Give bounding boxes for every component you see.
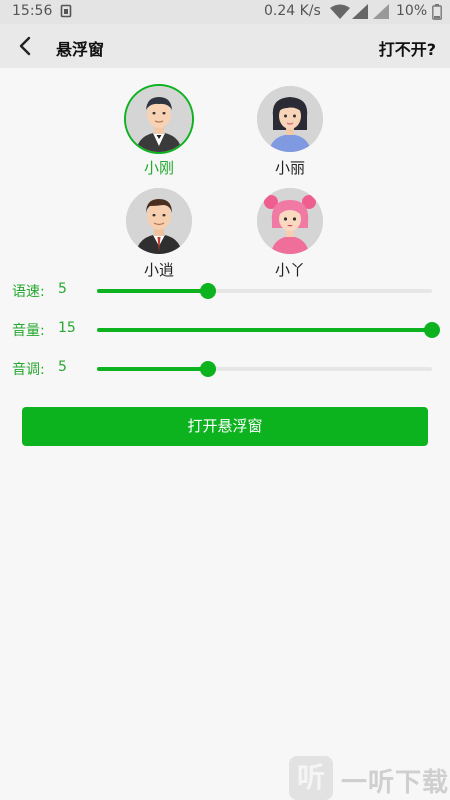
pitch-value: 5 [58,359,67,375]
avatar-xiaoya [257,188,323,254]
voice-name: 小丽 [274,159,305,177]
watermark-logo: 听 [289,756,333,800]
voice-name: 小逍 [143,261,174,279]
speech-rate-slider[interactable] [97,283,432,299]
voice-option-xiaoxiao[interactable]: 小逍 [114,188,204,280]
battery-level: 10% [396,3,428,19]
network-speed: 0.24 K/s [264,3,321,19]
back-arrow-icon[interactable] [14,35,36,57]
speech-rate-slider-row: 语速: 5 [0,278,450,302]
speech-rate-slider-fill [97,289,208,293]
volume-label: 音量: [12,323,45,339]
speech-rate-value: 5 [58,281,67,297]
volume-slider[interactable] [97,322,440,338]
voice-name: 小丫 [274,261,305,279]
status-bar: 15:56 0.24 K/s 10% [0,0,450,24]
app-bar: 悬浮窗 打不开? [0,24,450,68]
speech-rate-slider-thumb[interactable] [199,283,216,299]
avatar-xiaoxiao [126,188,192,254]
speech-rate-label: 语速: [12,284,45,300]
pitch-slider-fill [97,367,208,371]
avatar-xiaoli [257,86,323,152]
watermark-text: 一听下载 [341,768,450,798]
voice-option-xiaoya[interactable]: 小丫 [245,188,335,280]
pitch-slider[interactable] [97,361,432,377]
watermark: 听 一听下载 [289,756,449,800]
volume-value: 15 [58,320,76,336]
sim-icon [60,4,72,22]
voice-option-xiaoli[interactable]: 小丽 [245,86,335,178]
volume-slider-thumb[interactable] [424,322,440,338]
page-title: 悬浮窗 [56,40,105,59]
wifi-icon [330,4,350,23]
volume-slider-row: 音量: 15 [0,317,450,341]
avatar-xiaogang [126,86,192,152]
pitch-slider-row: 音调: 5 [0,356,450,380]
status-time: 15:56 [12,3,53,19]
voice-option-xiaogang[interactable]: 小刚 [114,86,204,178]
open-floating-window-button[interactable]: 打开悬浮窗 [22,407,428,446]
pitch-slider-thumb[interactable] [199,361,216,377]
pitch-label: 音调: [12,362,45,378]
voice-name: 小刚 [143,159,174,177]
signal-icon [352,4,368,23]
volume-slider-fill [97,328,432,332]
battery-icon [432,4,442,24]
cannot-open-help-button[interactable]: 打不开? [379,36,436,60]
signal-icon-2 [373,4,389,23]
